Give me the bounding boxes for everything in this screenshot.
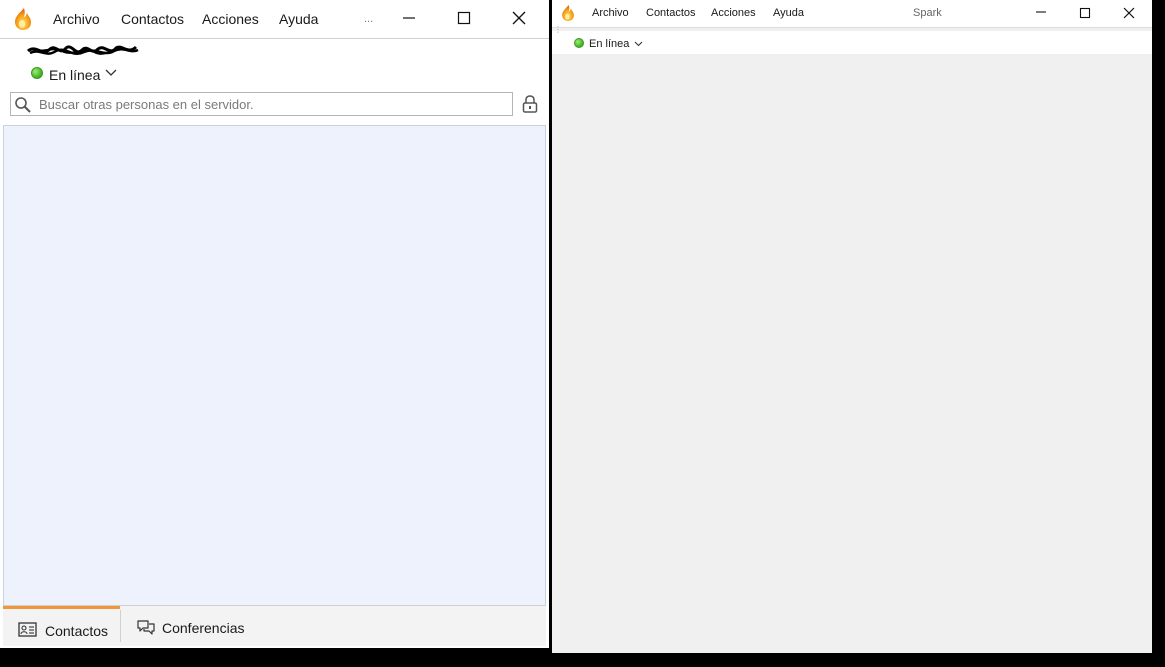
bottom-tab-bar: Contactos Conferencias <box>3 605 546 646</box>
maximize-button[interactable] <box>1063 0 1107 26</box>
title-bar: Archivo Contactos Acciones Ayuda ... <box>0 0 549 39</box>
status-label[interactable]: En línea <box>49 67 100 83</box>
status-online-icon <box>574 38 584 48</box>
title-bar: Archivo Contactos Acciones Ayuda Spark <box>552 0 1152 28</box>
close-button[interactable] <box>496 0 542 37</box>
tab-conferencias[interactable]: Conferencias <box>121 606 261 646</box>
tab-contactos-label: Contactos <box>45 623 109 639</box>
contacts-card-icon <box>18 622 37 637</box>
menu-archivo[interactable]: Archivo <box>53 11 100 27</box>
minimize-button[interactable] <box>386 0 432 37</box>
search-icon <box>15 97 31 113</box>
redacted-username <box>27 45 139 55</box>
menu-contactos[interactable]: Contactos <box>121 11 184 27</box>
close-icon <box>512 11 526 25</box>
spark-logo-icon <box>15 8 31 30</box>
spark-logo-icon <box>562 5 574 21</box>
close-icon <box>1123 7 1135 19</box>
status-label[interactable]: En línea <box>589 38 629 50</box>
menu-ayuda[interactable]: Ayuda <box>773 7 804 19</box>
lock-icon[interactable] <box>521 94 539 114</box>
tab-contactos[interactable]: Contactos <box>3 606 120 646</box>
menu-acciones[interactable]: Acciones <box>711 7 756 19</box>
search-input[interactable] <box>39 95 507 113</box>
spark-secondary-window: Archivo Contactos Acciones Ayuda Spark E… <box>552 0 1152 653</box>
menu-archivo[interactable]: Archivo <box>592 7 629 19</box>
menu-contactos[interactable]: Contactos <box>646 7 696 19</box>
status-online-icon <box>31 67 43 79</box>
minimize-icon <box>403 17 415 19</box>
maximize-button[interactable] <box>441 0 487 37</box>
window-title: Spark <box>913 7 942 19</box>
conference-chat-icon <box>137 620 155 635</box>
menu-overflow[interactable]: ... <box>364 13 373 25</box>
chevron-down-icon[interactable] <box>105 69 117 77</box>
menu-ayuda[interactable]: Ayuda <box>279 11 318 27</box>
tab-conferencias-label: Conferencias <box>162 620 245 636</box>
chevron-down-icon[interactable] <box>634 41 643 47</box>
minimize-icon <box>1036 11 1046 13</box>
maximize-icon <box>1079 7 1091 19</box>
maximize-icon <box>457 11 471 25</box>
close-button[interactable] <box>1107 0 1151 26</box>
search-field[interactable] <box>10 92 513 116</box>
status-bar: En línea <box>552 31 1152 54</box>
contact-list[interactable] <box>3 125 546 605</box>
minimize-button[interactable] <box>1019 0 1063 26</box>
menu-acciones[interactable]: Acciones <box>202 11 259 27</box>
resize-grip[interactable]: ⋮ <box>554 26 562 34</box>
spark-main-window: Archivo Contactos Acciones Ayuda ... En … <box>0 0 549 648</box>
